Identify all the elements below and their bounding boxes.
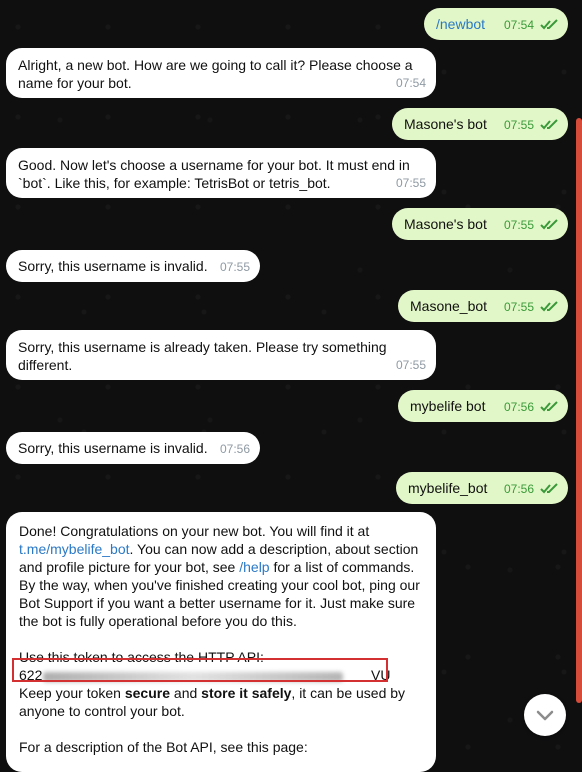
message-time: 07:55 xyxy=(395,176,426,190)
message-line: t.me/mybelife_bot. You can now add a des… xyxy=(19,540,423,558)
message-time: 07:55 xyxy=(219,260,250,274)
message-time: 07:55 xyxy=(503,300,534,314)
message-meta: 07:56 xyxy=(504,398,558,416)
message-meta: 07:55 xyxy=(504,116,558,134)
message-line-part: and xyxy=(170,685,202,701)
message-outgoing: Masone's bot 07:55 xyxy=(392,208,568,240)
message-outgoing: Masone's bot 07:55 xyxy=(392,108,568,140)
message-meta: 07:54 xyxy=(504,16,558,34)
message-incoming: Sorry, this username is invalid. 07:55 xyxy=(6,250,260,282)
scrollbar[interactable] xyxy=(576,118,582,703)
double-check-icon xyxy=(540,219,558,230)
message-time: 07:54 xyxy=(503,18,534,32)
message-line-part: , it can be used by xyxy=(291,685,406,701)
message-outgoing: mybelife bot 07:56 xyxy=(398,390,568,422)
chat-history[interactable]: /newbot 07:54 Alright, a new bot. How ar… xyxy=(0,0,582,772)
message-time: 07:56 xyxy=(219,442,250,456)
message-text: Masone's bot xyxy=(404,116,487,132)
message-time: 07:55 xyxy=(503,118,534,132)
message-meta: 07:56 xyxy=(504,480,558,498)
message-time: 07:56 xyxy=(503,400,534,414)
message-meta: 07:55 xyxy=(396,356,426,374)
message-line: Done! Congratulations on your new bot. Y… xyxy=(19,523,370,539)
message-incoming: Sorry, this username is invalid. 07:56 xyxy=(6,432,260,464)
message-time: 07:54 xyxy=(395,76,426,90)
bold-text: store it safely xyxy=(201,685,292,701)
chevron-down-icon xyxy=(536,710,554,721)
message-line: Keep your token secure and store it safe… xyxy=(19,684,423,702)
message-text: mybelife_bot xyxy=(408,480,488,496)
double-check-icon xyxy=(540,483,558,494)
double-check-icon xyxy=(540,401,558,412)
message-incoming: Good. Now let's choose a username for yo… xyxy=(6,148,436,198)
message-time: 07:55 xyxy=(395,358,426,372)
message-line: Bot Support if you want a better usernam… xyxy=(19,595,416,611)
message-text: Sorry, this username is invalid. xyxy=(18,258,208,274)
message-text: Masone's bot xyxy=(404,216,487,232)
message-text: mybelife bot xyxy=(410,398,486,414)
message-meta: 07:55 xyxy=(504,298,558,316)
double-check-icon xyxy=(540,119,558,130)
message-line-part: and profile picture for your bot, see xyxy=(19,559,240,575)
scroll-to-bottom-button[interactable] xyxy=(524,694,566,736)
message-time: 07:55 xyxy=(503,218,534,232)
message-text: Sorry, this username is already taken. P… xyxy=(18,339,387,373)
message-line-rest: . You can now add a description, about s… xyxy=(129,541,419,557)
message-line: and profile picture for your bot, see /h… xyxy=(19,558,423,576)
message-text: Alright, a new bot. How are we going to … xyxy=(18,57,413,91)
message-text: Good. Now let's choose a username for yo… xyxy=(18,157,410,191)
command-link[interactable]: /newbot xyxy=(436,16,485,32)
message-outgoing: /newbot 07:54 xyxy=(424,8,568,40)
message-meta: 07:56 xyxy=(220,440,250,458)
bold-text: secure xyxy=(124,685,171,701)
message-incoming: Alright, a new bot. How are we going to … xyxy=(6,48,436,98)
message-outgoing: Masone_bot 07:55 xyxy=(398,290,568,322)
message-text: Done! Congratulations on your new bot. Y… xyxy=(19,522,423,756)
message-text: Masone_bot xyxy=(410,298,488,314)
double-check-icon xyxy=(540,19,558,30)
message-meta: 07:54 xyxy=(396,74,426,92)
double-check-icon xyxy=(540,301,558,312)
message-line: anyone to control your bot. xyxy=(19,703,185,719)
message-time: 07:56 xyxy=(503,482,534,496)
message-outgoing: mybelife_bot 07:56 xyxy=(396,472,568,504)
message-line-part: for a list of commands. xyxy=(269,559,415,575)
message-incoming: Sorry, this username is already taken. P… xyxy=(6,330,436,380)
token-highlight-box xyxy=(12,658,388,682)
message-line: For a description of the Bot API, see th… xyxy=(19,739,308,755)
message-incoming: Done! Congratulations on your new bot. Y… xyxy=(6,512,436,772)
message-line: the bot is fully operational before you … xyxy=(19,613,297,629)
message-meta: 07:55 xyxy=(396,174,426,192)
message-text: Sorry, this username is invalid. xyxy=(18,440,208,456)
message-meta: 07:55 xyxy=(504,216,558,234)
message-line: By the way, when you've finished creatin… xyxy=(19,577,420,593)
message-meta: 07:55 xyxy=(220,258,250,276)
help-command-link[interactable]: /help xyxy=(239,559,269,575)
bot-link[interactable]: t.me/mybelife_bot xyxy=(19,541,130,557)
message-line-part: Keep your token xyxy=(19,685,125,701)
